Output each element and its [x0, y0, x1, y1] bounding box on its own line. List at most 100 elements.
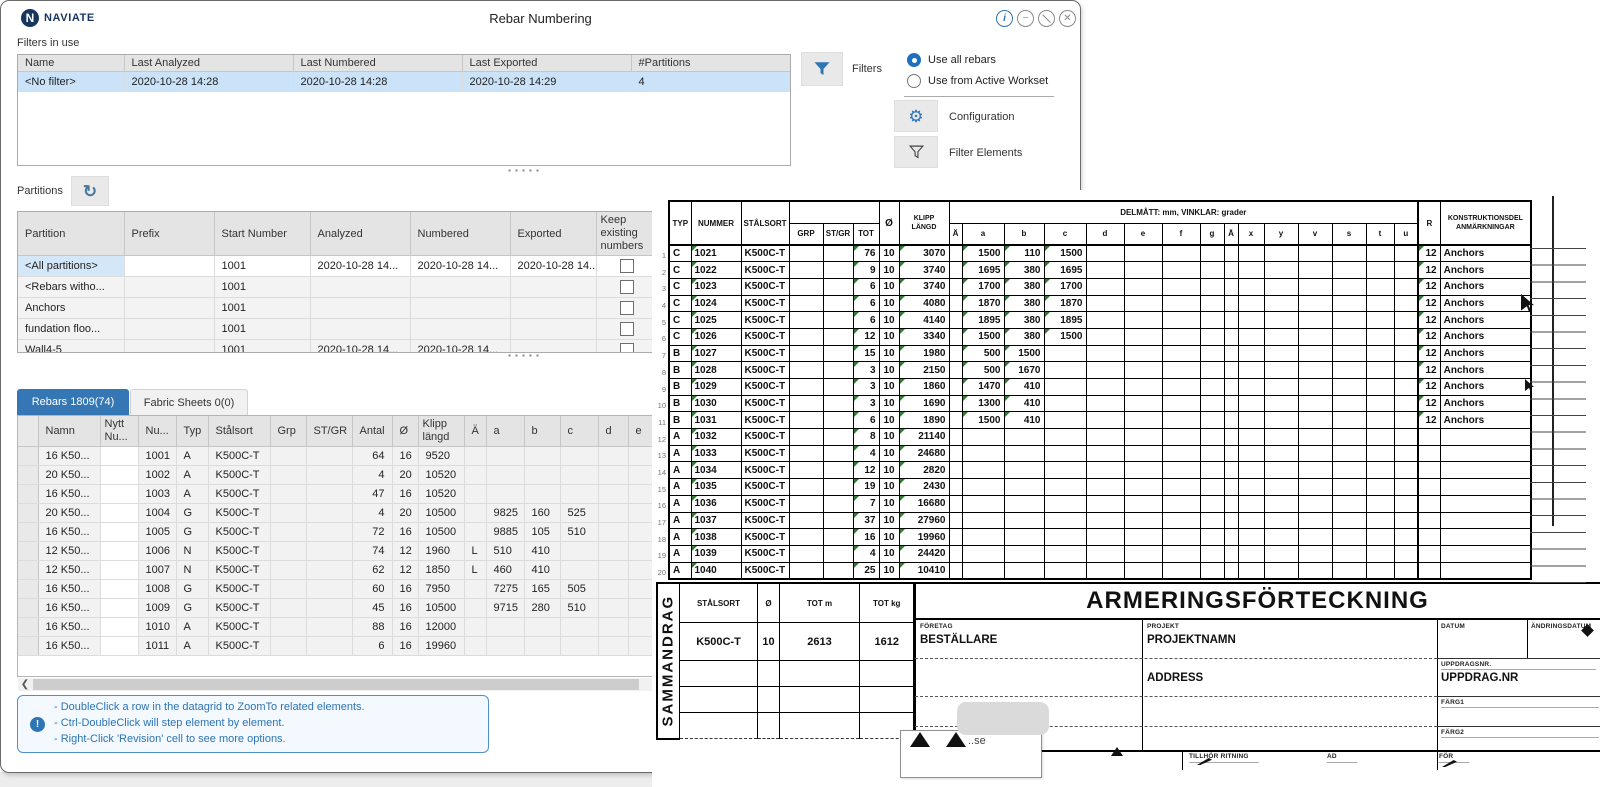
grid-cell: <No filter> — [18, 72, 124, 92]
rebar-row[interactable]: 16 K50...1003AK500C-T471610520 — [18, 485, 655, 504]
column-header[interactable]: d — [598, 416, 628, 447]
scroll-left-arrow-icon[interactable]: ❮ — [18, 678, 32, 691]
hint-line: - Ctrl-DoubleClick will step element by … — [54, 717, 284, 729]
partition-row[interactable]: fundation floo...1001 — [18, 319, 657, 340]
filters-button[interactable] — [801, 52, 843, 86]
partition-row[interactable]: <All partitions>10012020-10-28 14...2020… — [18, 256, 657, 277]
column-header[interactable]: c — [560, 416, 598, 447]
grid-cell — [486, 637, 524, 656]
tab-fabric-sheets[interactable]: Fabric Sheets 0(0) — [130, 389, 248, 415]
column-header[interactable]: Last Numbered — [293, 55, 462, 72]
partition-row[interactable]: Anchors1001 — [18, 298, 657, 319]
grid-cell: 16 — [392, 637, 418, 656]
column-header[interactable]: #Partitions — [631, 55, 791, 72]
keep-existing-checkbox[interactable] — [620, 343, 634, 353]
form-line — [1327, 762, 1357, 763]
column-header[interactable]: Numbered — [410, 212, 510, 256]
horizontal-scrollbar[interactable]: ❮ — [18, 678, 654, 691]
rebar-row[interactable]: 16 K50...1001AK500C-T64169520 — [18, 447, 655, 466]
grid-cell — [100, 580, 138, 599]
dim-cell — [1124, 545, 1162, 562]
splitter-handle[interactable] — [506, 168, 542, 173]
partition-row[interactable]: <Rebars witho...1001 — [18, 277, 657, 298]
column-header[interactable]: Last Analyzed — [124, 55, 293, 72]
column-header[interactable]: Nu... — [138, 416, 176, 447]
column-header[interactable]: b — [524, 416, 560, 447]
radio-use-from-active-workset[interactable]: Use from Active Workset — [907, 74, 1048, 88]
anmarkning-cell: Anchors — [1440, 278, 1531, 295]
filter-row[interactable]: <No filter>2020-10-28 14:282020-10-28 14… — [18, 72, 791, 92]
rebar-row[interactable]: 16 K50...1009GK500C-T4516105009715280510 — [18, 599, 655, 618]
column-header[interactable]: Start Number — [214, 212, 310, 256]
schedule-row: C1023K500C-T61037401700380170012Anchors — [669, 278, 1531, 295]
column-header[interactable]: Partition — [18, 212, 124, 256]
keep-existing-checkbox[interactable] — [620, 280, 634, 294]
column-header[interactable]: Exported — [510, 212, 596, 256]
form-line — [1441, 737, 1599, 738]
column-header[interactable]: Last Exported — [462, 55, 631, 72]
r-cell: 12 — [1418, 345, 1440, 362]
disable-icon[interactable] — [1038, 10, 1055, 27]
dim-cell — [1332, 278, 1366, 295]
filters-grid: NameLast AnalyzedLast NumberedLast Expor… — [17, 54, 791, 166]
column-header[interactable]: Ø — [392, 416, 418, 447]
filter-elements-button[interactable] — [894, 136, 938, 168]
dim-cell — [1086, 545, 1124, 562]
rebar-row[interactable]: 16 K50...1008GK500C-T601679507275165505 — [18, 580, 655, 599]
dim-cell — [1224, 278, 1238, 295]
diameter-cell: 10 — [879, 445, 899, 462]
refresh-partitions-button[interactable]: ↻ — [71, 176, 109, 206]
column-header[interactable]: Nytt Nu... — [100, 416, 138, 447]
splitter-handle[interactable] — [506, 353, 542, 358]
summary-cell: 1612 — [860, 623, 915, 661]
rebar-row[interactable]: 20 K50...1002AK500C-T42010520 — [18, 466, 655, 485]
rebar-row[interactable]: 16 K50...1010AK500C-T881612000 — [18, 618, 655, 637]
rebar-row[interactable]: 20 K50...1004GK500C-T420105009825160525 — [18, 504, 655, 523]
rebar-row[interactable]: 16 K50...1011AK500C-T61619960 — [18, 637, 655, 656]
radio-use-all-rebars[interactable]: Use all rebars — [907, 53, 996, 67]
column-header[interactable]: Name — [18, 55, 124, 72]
stgr-cell — [823, 278, 853, 295]
gear-icon: ⚙ — [908, 108, 923, 125]
dim-a-cell: 1470 — [962, 379, 1004, 396]
stalsort-cell: K500C-T — [741, 295, 789, 312]
grid-cell — [410, 298, 510, 319]
rebar-row[interactable]: 12 K50...1007NK500C-T62121850L460410 — [18, 561, 655, 580]
dim-cell — [1200, 445, 1224, 462]
column-header[interactable]: Antal — [352, 416, 392, 447]
grp-cell — [789, 345, 823, 362]
configuration-button[interactable]: ⚙ — [894, 100, 938, 132]
minimize-icon[interactable]: − — [1017, 10, 1034, 27]
column-header[interactable]: Typ — [176, 416, 208, 447]
column-header[interactable]: e — [628, 416, 655, 447]
keep-existing-checkbox[interactable] — [620, 322, 634, 336]
close-icon[interactable]: ✕ — [1059, 10, 1076, 27]
column-header[interactable]: Klipp längd — [418, 416, 464, 447]
dim-cell — [1224, 328, 1238, 345]
tab-rebars[interactable]: Rebars 1809(74) — [17, 389, 129, 415]
partition-row[interactable]: Wall4-510012020-10-28 14...2020-10-28 14… — [18, 340, 657, 354]
column-header[interactable]: Ä — [464, 416, 486, 447]
grid-cell — [598, 485, 628, 504]
dim-cell — [1162, 278, 1200, 295]
dim-cell — [1264, 412, 1298, 429]
info-icon[interactable]: i — [996, 10, 1013, 27]
rebar-row[interactable]: 16 K50...1005GK500C-T7216105009885105510 — [18, 523, 655, 542]
column-header[interactable]: Prefix — [124, 212, 214, 256]
keep-existing-checkbox[interactable] — [620, 259, 634, 273]
grid-cell — [100, 599, 138, 618]
keep-existing-checkbox[interactable] — [620, 301, 634, 315]
column-header[interactable]: Grp — [270, 416, 306, 447]
column-header[interactable]: Keep existing numbers — [596, 212, 657, 256]
dim-cell — [1332, 495, 1366, 512]
grid-cell: G — [176, 599, 208, 618]
column-header[interactable]: ST/GR — [306, 416, 352, 447]
grid-cell — [464, 637, 486, 656]
column-header[interactable]: Stålsort — [208, 416, 270, 447]
column-header[interactable]: Analyzed — [310, 212, 410, 256]
column-header[interactable]: a — [486, 416, 524, 447]
scrollbar-thumb[interactable] — [33, 679, 639, 690]
grid-cell — [560, 466, 598, 485]
rebar-row[interactable]: 12 K50...1006NK500C-T74121960L510410 — [18, 542, 655, 561]
column-header[interactable]: Namn — [38, 416, 100, 447]
